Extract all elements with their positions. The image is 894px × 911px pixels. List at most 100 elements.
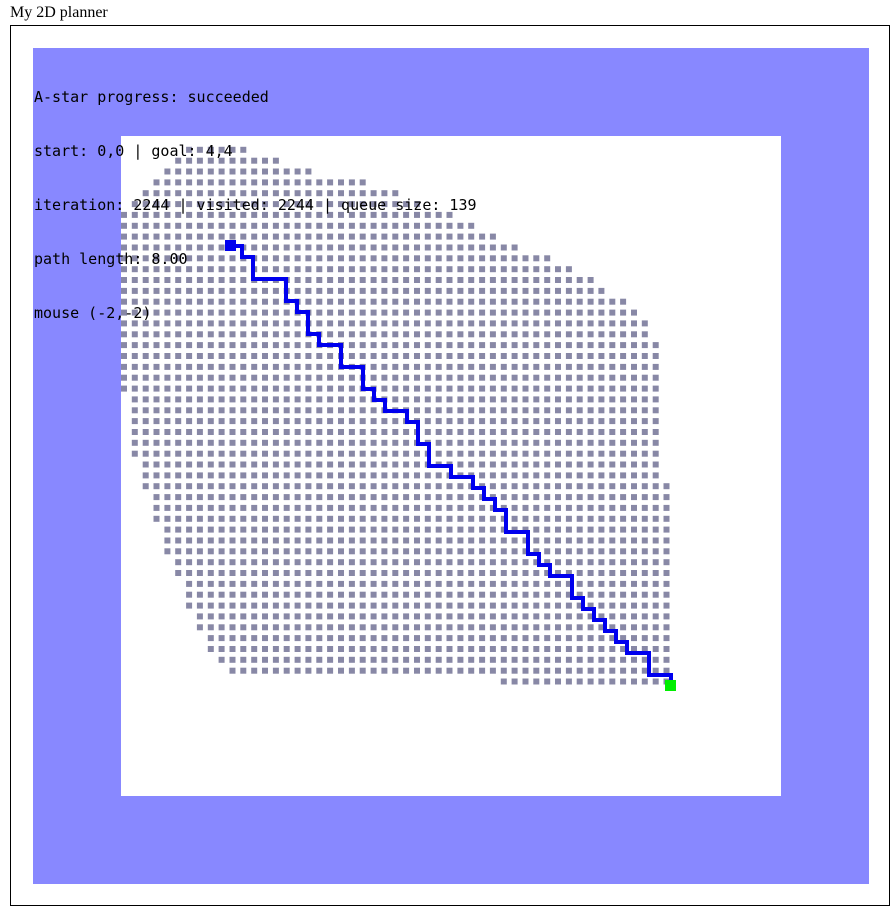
start-marker[interactable] <box>225 240 236 251</box>
visited-cell <box>196 298 203 305</box>
visited-cell <box>457 298 464 305</box>
visited-cell <box>511 266 518 273</box>
visited-cell <box>511 515 518 522</box>
visited-cell <box>359 570 366 576</box>
visited-cell <box>565 429 572 435</box>
visited-cell <box>359 331 366 338</box>
visited-cell <box>468 363 475 370</box>
visited-cell <box>229 450 236 457</box>
visited-cell <box>294 429 301 435</box>
visited-cell <box>414 548 420 555</box>
visited-cell <box>262 396 268 403</box>
visited-cell <box>479 287 486 294</box>
visited-cell <box>229 168 236 175</box>
visited-cell <box>392 396 399 403</box>
visited-cell <box>446 494 453 501</box>
visited-cell <box>251 298 258 305</box>
visited-cell <box>142 472 149 479</box>
visited-cell <box>663 624 670 631</box>
visited-cell <box>587 656 594 663</box>
visited-cell <box>489 287 496 294</box>
visited-cell <box>251 624 258 631</box>
visited-cell <box>153 374 160 381</box>
visited-cell <box>533 353 540 359</box>
visited-cell <box>641 635 648 642</box>
visited-cell <box>500 602 507 609</box>
visited-cell <box>251 548 258 555</box>
visited-cell <box>500 483 507 490</box>
visited-cell <box>522 309 529 316</box>
goal-marker[interactable] <box>665 680 676 691</box>
visited-cell <box>229 429 236 435</box>
visited-cell <box>164 363 171 370</box>
visited-cell <box>381 374 388 381</box>
visited-cell <box>652 635 659 642</box>
visited-cell <box>403 656 410 663</box>
visited-cell <box>641 429 648 435</box>
visited-cell <box>576 635 583 642</box>
visited-cell <box>457 439 464 446</box>
visited-cell <box>641 385 648 392</box>
visited-cell <box>479 266 486 273</box>
visited-cell <box>218 385 225 392</box>
visited-cell <box>555 494 561 501</box>
visited-cell <box>544 548 551 555</box>
visited-cell <box>294 407 301 414</box>
visited-cell <box>338 548 344 555</box>
visited-cell <box>175 418 182 425</box>
visited-cell <box>327 331 334 338</box>
visited-cell <box>446 591 453 598</box>
visited-cell <box>316 396 323 403</box>
visited-cell <box>414 201 420 208</box>
visited-cell <box>272 602 279 609</box>
visited-cell <box>598 461 605 468</box>
visited-cell <box>316 450 323 457</box>
visited-cell <box>414 298 420 305</box>
visited-cell <box>262 656 268 663</box>
visited-cell <box>576 418 583 425</box>
planner-canvas[interactable] <box>33 48 869 884</box>
visited-cell <box>435 624 442 631</box>
visited-cell <box>338 461 344 468</box>
visited-cell <box>262 602 268 609</box>
visited-cell <box>620 580 627 587</box>
visited-cell <box>489 407 496 414</box>
visited-cell <box>370 580 377 587</box>
visited-cell <box>598 309 605 316</box>
visited-cell <box>175 385 182 392</box>
visited-cell <box>424 602 431 609</box>
visited-cell <box>446 418 453 425</box>
visited-cell <box>348 331 355 338</box>
visited-cell <box>251 494 258 501</box>
visited-cell <box>631 526 637 533</box>
visited-cell <box>489 342 496 349</box>
visited-cell <box>262 667 268 674</box>
visited-cell <box>121 298 127 305</box>
visited-cell <box>186 190 193 197</box>
visited-cell <box>598 667 605 674</box>
visited-cell <box>359 504 366 511</box>
visited-cell <box>652 504 659 511</box>
visited-cell <box>131 320 138 327</box>
visited-cell <box>587 418 594 425</box>
visited-cell <box>435 211 442 218</box>
visited-cell <box>403 646 410 652</box>
visited-cell <box>609 298 616 305</box>
visited-cell <box>186 483 193 490</box>
visited-cell <box>424 298 431 305</box>
visited-cell <box>479 602 486 609</box>
visited-cell <box>316 211 323 218</box>
visited-cell <box>609 494 616 501</box>
visited-cell <box>403 298 410 305</box>
visited-cell <box>522 656 529 663</box>
visited-cell <box>262 179 268 186</box>
visited-cell <box>316 255 323 262</box>
visited-cell <box>305 298 312 305</box>
visited-cell <box>392 494 399 501</box>
visited-cell <box>598 374 605 381</box>
visited-cell <box>435 429 442 435</box>
visited-cell <box>207 624 214 631</box>
visited-cell <box>186 385 193 392</box>
visited-cell <box>511 418 518 425</box>
visited-cell <box>175 233 182 240</box>
